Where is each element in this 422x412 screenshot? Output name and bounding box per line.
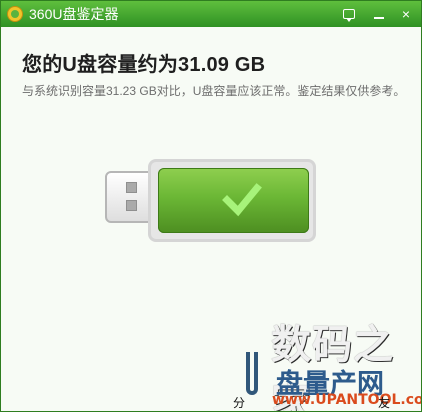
footer-prefix-text: 分 (233, 396, 246, 410)
app-logo-icon (7, 6, 23, 22)
close-icon: × (401, 6, 411, 22)
capacity-headline: 您的U盘容量约为31.09 GB (22, 54, 266, 76)
usb-drive-illustration (105, 159, 316, 242)
close-button[interactable]: × (394, 4, 418, 24)
minimize-icon (374, 16, 384, 19)
title-bar: 360U盘鉴定器 × (1, 1, 421, 27)
app-window: 360U盘鉴定器 × 您的U盘容量约为31.09 GB 与系统识别容量31.23… (0, 0, 422, 412)
usb-body (148, 159, 316, 242)
check-icon (222, 183, 262, 217)
watermark-line3: www.UPANTOOL.com (272, 392, 422, 408)
usb-contact-hole (126, 182, 137, 193)
minimize-button[interactable] (367, 4, 391, 24)
feedback-button[interactable] (337, 4, 361, 24)
window-title: 360U盘鉴定器 (29, 6, 119, 22)
comparison-text: 与系统识别容量31.23 GB对比，U盘容量应该正常。鉴定结果仅供参考。 (22, 84, 406, 98)
footer-suffix-text: 友 (378, 396, 391, 410)
usb-status-panel (158, 168, 309, 233)
watermark-u-mark (246, 352, 258, 395)
watermark: 数码之家 盘量产网 www.UPANTOOL.com (231, 312, 421, 411)
usb-contact-hole (126, 200, 137, 211)
main-content: 您的U盘容量约为31.09 GB 与系统识别容量31.23 GB对比，U盘容量应… (1, 27, 421, 411)
feedback-icon (343, 9, 355, 22)
